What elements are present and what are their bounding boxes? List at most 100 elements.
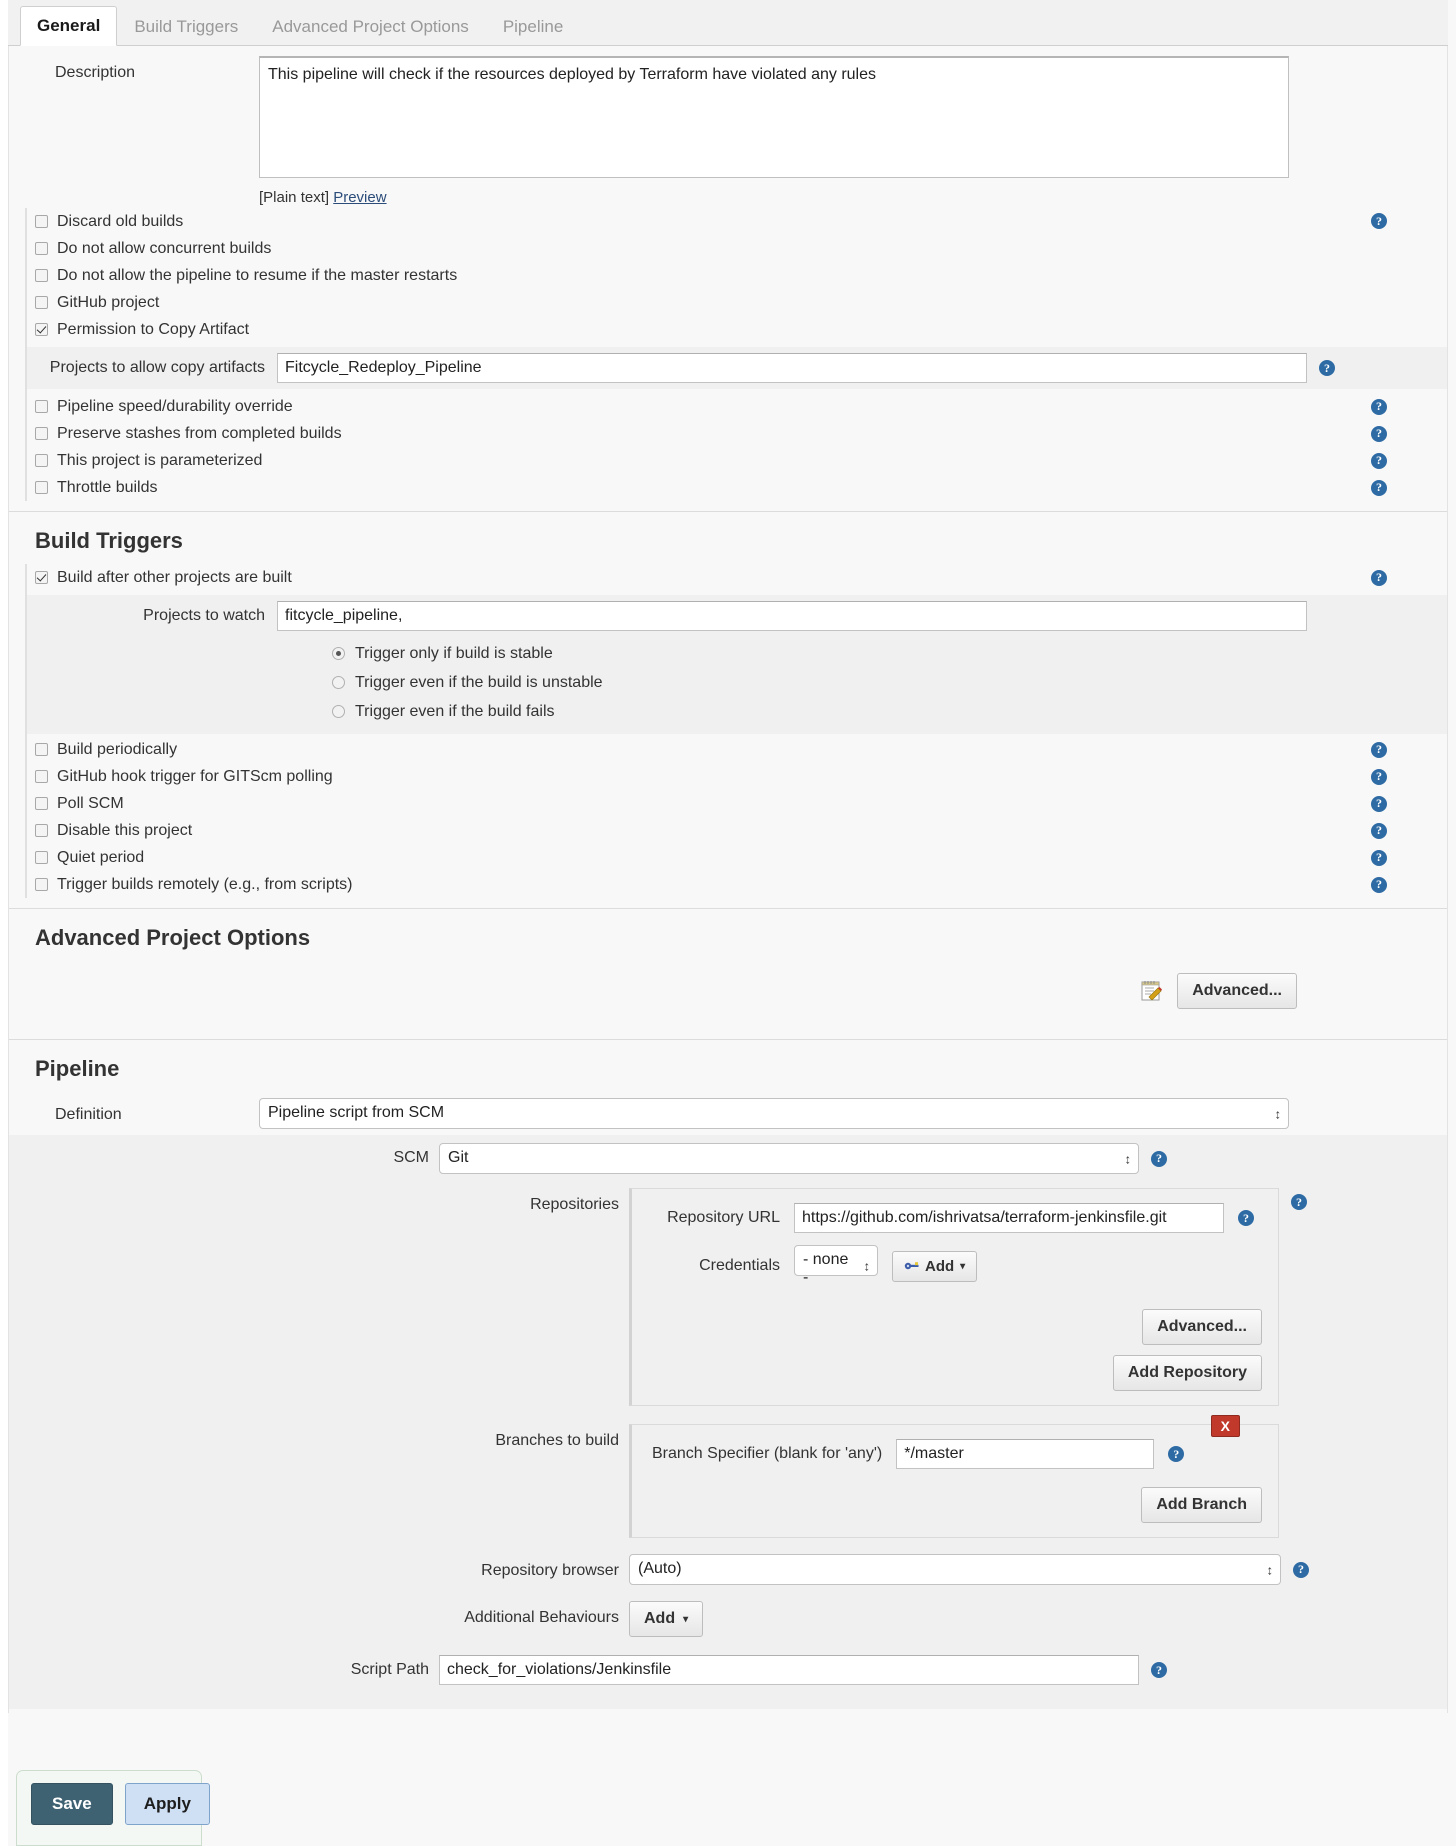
option-label: Throttle builds [57,478,158,496]
scm-select[interactable]: Git [439,1143,1139,1174]
tab-general[interactable]: General [20,6,118,46]
delete-branch-button[interactable]: X [1210,1415,1240,1438]
repository-url-input[interactable] [794,1203,1224,1233]
option-preserve-stashes[interactable]: Preserve stashes from completed builds ? [27,420,1447,447]
branch-specifier-input[interactable] [896,1439,1155,1469]
repositories-row: Repositories Repository URL ? Credential… [9,1188,1447,1406]
option-no-concurrent-builds[interactable]: Do not allow concurrent builds [27,235,1447,262]
copy-artifacts-input[interactable] [277,353,1307,383]
radio-trigger-even-if-unstable[interactable]: Trigger even if the build is unstable [27,668,1447,697]
definition-row: Definition Pipeline script from SCM [9,1092,1447,1135]
additional-behaviours-row: Additional Behaviours Add ▾ [9,1601,1447,1637]
option-trigger-builds-remotely[interactable]: Trigger builds remotely (e.g., from scri… [27,871,1447,898]
credentials-select[interactable]: - none - [794,1245,878,1286]
general-options-block: Discard old builds ? Do not allow concur… [25,208,1447,501]
credentials-select-wrap: - none - [794,1245,878,1287]
add-branch-button[interactable]: Add Branch [1141,1487,1262,1523]
help-icon[interactable]: ? [1371,795,1387,812]
checkbox-project-parameterized[interactable] [35,454,48,467]
help-icon[interactable]: ? [1151,1150,1167,1167]
add-credentials-button[interactable]: Add ▾ [892,1250,978,1282]
radio-trigger-even-if-fails[interactable]: Trigger even if the build fails [27,697,1447,726]
checkbox-preserve-stashes[interactable] [35,427,48,440]
help-icon[interactable]: ? [1371,398,1387,415]
option-github-project[interactable]: GitHub project [27,289,1447,316]
help-icon[interactable]: ? [1371,849,1387,866]
advanced-button[interactable]: Advanced... [1177,973,1297,1009]
option-throttle-builds[interactable]: Throttle builds ? [27,474,1447,501]
help-icon[interactable]: ? [1168,1446,1185,1462]
checkbox-disable-this-project[interactable] [35,824,48,837]
help-icon[interactable]: ? [1371,822,1387,839]
definition-field-col: Pipeline script from SCM [259,1098,1447,1129]
checkbox-build-periodically[interactable] [35,743,48,756]
help-icon[interactable]: ? [1319,360,1335,376]
scm-field-col: Git ? [439,1143,1447,1174]
help-icon[interactable]: ? [1371,479,1387,496]
checkbox-discard-old-builds[interactable] [35,215,48,228]
description-input[interactable] [259,56,1289,178]
help-icon[interactable]: ? [1371,768,1387,785]
option-project-parameterized[interactable]: This project is parameterized ? [27,447,1447,474]
option-pipeline-speed-durability[interactable]: Pipeline speed/durability override ? [27,393,1447,420]
checkbox-github-project[interactable] [35,296,48,309]
option-label: Trigger builds remotely (e.g., from scri… [57,875,353,893]
preview-link[interactable]: Preview [333,189,386,206]
radio-button-fails[interactable] [332,705,345,718]
branch-panel: X Branch Specifier (blank for 'any') ? A… [629,1415,1279,1538]
help-icon[interactable]: ? [1371,741,1387,758]
option-label: Quiet period [57,848,145,866]
option-no-resume-on-master-restart[interactable]: Do not allow the pipeline to resume if t… [27,262,1447,289]
apply-button[interactable]: Apply [124,1783,210,1825]
checkbox-no-concurrent-builds[interactable] [35,242,48,255]
help-icon[interactable]: ? [1371,213,1387,229]
option-discard-old-builds[interactable]: Discard old builds ? [27,208,1447,235]
branches-to-build-label: Branches to build [495,1432,619,1449]
option-poll-scm[interactable]: Poll SCM ? [27,790,1447,817]
checkbox-pipeline-speed-durability[interactable] [35,400,48,413]
add-repository-button[interactable]: Add Repository [1112,1355,1262,1391]
additional-behaviours-add-button[interactable]: Add ▾ [629,1601,704,1637]
option-disable-this-project[interactable]: Disable this project ? [27,817,1447,844]
repository-url-row: Repository URL ? [652,1203,1262,1233]
checkbox-no-resume-on-master-restart[interactable] [35,269,48,282]
checkbox-quiet-period[interactable] [35,851,48,864]
checkbox-github-hook-trigger[interactable] [35,770,48,783]
radio-button-unstable[interactable] [332,676,345,689]
checkbox-poll-scm[interactable] [35,797,48,810]
repositories-field-col: Repository URL ? Credentials - none - [629,1188,1447,1406]
help-icon[interactable]: ? [1293,1561,1309,1578]
option-quiet-period[interactable]: Quiet period ? [27,844,1447,871]
option-label: Do not allow the pipeline to resume if t… [57,266,458,284]
checkbox-trigger-builds-remotely[interactable] [35,878,48,891]
help-icon[interactable]: ? [1371,425,1387,442]
help-icon[interactable]: ? [1151,1662,1167,1678]
save-button[interactable]: Save [31,1783,113,1825]
script-path-input[interactable] [439,1655,1139,1685]
help-icon[interactable]: ? [1291,1194,1307,1210]
radio-button-stable[interactable] [332,647,345,660]
radio-trigger-only-if-stable[interactable]: Trigger only if build is stable [27,639,1447,668]
repository-url-label: Repository URL [667,1209,780,1226]
option-github-hook-trigger[interactable]: GitHub hook trigger for GITScm polling ? [27,763,1447,790]
projects-to-watch-input[interactable] [277,601,1307,631]
repo-advanced-button[interactable]: Advanced... [1142,1309,1262,1345]
checkbox-build-after-other-projects[interactable] [35,571,48,584]
tab-build-triggers-label: Build Triggers [134,17,239,37]
checkbox-permission-to-copy-artifact[interactable] [35,323,48,336]
option-build-periodically[interactable]: Build periodically ? [27,736,1447,763]
help-icon[interactable]: ? [1371,452,1387,469]
tab-advanced-project-options[interactable]: Advanced Project Options [255,7,486,46]
option-build-after-other-projects[interactable]: Build after other projects are built ? [27,564,1447,591]
tab-build-triggers[interactable]: Build Triggers [117,7,255,46]
tab-pipeline[interactable]: Pipeline [486,7,581,46]
help-icon[interactable]: ? [1238,1210,1254,1226]
checkbox-throttle-builds[interactable] [35,481,48,494]
build-triggers-block: Build after other projects are built ? P… [25,564,1447,898]
option-permission-to-copy-artifact[interactable]: Permission to Copy Artifact [27,316,1447,343]
definition-select[interactable]: Pipeline script from SCM [259,1098,1289,1129]
help-icon[interactable]: ? [1371,876,1387,893]
help-icon[interactable]: ? [1371,569,1387,586]
repository-browser-select[interactable]: (Auto) [629,1554,1281,1585]
plain-text-note: [Plain text] [259,189,330,206]
